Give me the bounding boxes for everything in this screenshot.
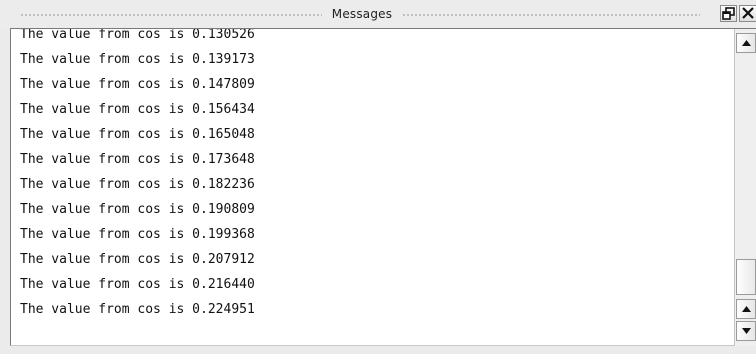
vertical-scrollbar[interactable]: [734, 29, 756, 346]
message-line: The value from cos is 0.130526: [20, 28, 255, 42]
message-line: The value from cos is 0.224951: [20, 302, 255, 317]
close-panel-button[interactable]: [739, 5, 756, 22]
scroll-up-button[interactable]: [736, 33, 756, 53]
message-line: The value from cos is 0.173648: [20, 152, 255, 167]
message-line: The value from cos is 0.190809: [20, 202, 255, 217]
scroll-down-button[interactable]: [736, 321, 756, 341]
message-list: The value from cos is 0.130526 The value …: [20, 28, 255, 322]
messages-text-area[interactable]: The value from cos is 0.130526 The value …: [10, 28, 756, 346]
message-line: The value from cos is 0.156434: [20, 102, 255, 117]
message-line: The value from cos is 0.139173: [20, 52, 255, 67]
float-window-icon: [722, 7, 735, 20]
message-line: The value from cos is 0.147809: [20, 77, 255, 92]
message-line: The value from cos is 0.216440: [20, 277, 255, 292]
close-icon: [742, 7, 754, 19]
scroll-thumb[interactable]: [736, 259, 756, 295]
arrow-up-icon: [742, 40, 751, 46]
panel-titlebar[interactable]: Messages: [0, 0, 756, 28]
titlebar-grip-left[interactable]: [20, 13, 322, 17]
messages-panel: Messages The value from cos is 0.130526 T…: [0, 0, 756, 354]
panel-title: Messages: [331, 7, 393, 21]
arrow-down-icon: [742, 328, 751, 334]
message-line: The value from cos is 0.207912: [20, 252, 255, 267]
scroll-up-button-secondary[interactable]: [736, 299, 756, 319]
message-line: The value from cos is 0.199368: [20, 227, 255, 242]
float-panel-button[interactable]: [720, 5, 737, 22]
message-line: The value from cos is 0.182236: [20, 177, 255, 192]
arrow-up-icon: [742, 306, 751, 312]
message-line: The value from cos is 0.165048: [20, 127, 255, 142]
titlebar-grip-right[interactable]: [402, 13, 700, 17]
